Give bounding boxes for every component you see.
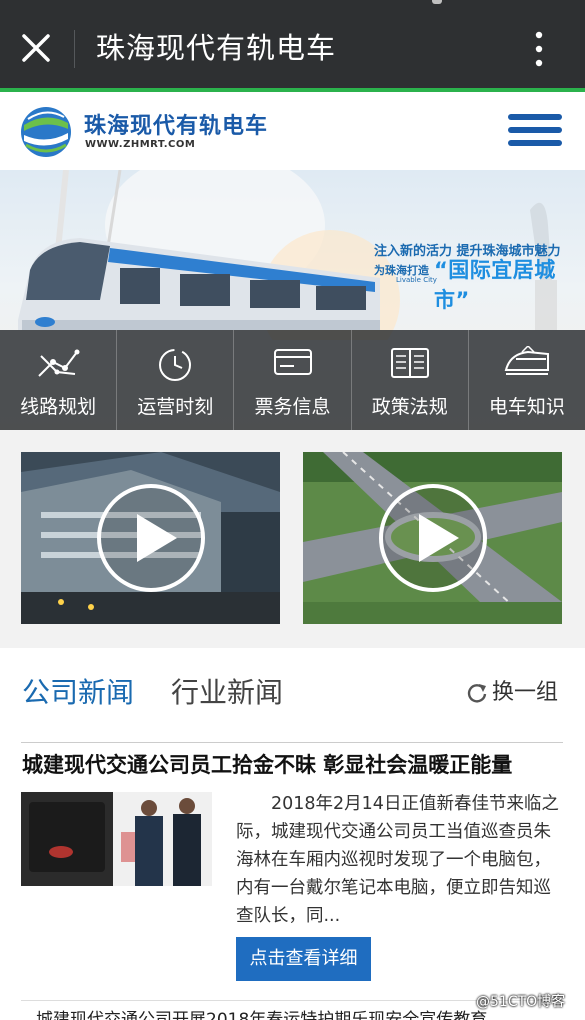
quick-nav-label: 线路规划 [20,396,97,418]
quick-nav: 线路规划 运营时刻 票务信息 政策法规 电车知识 [0,330,585,430]
menu-bar [508,114,562,120]
quick-nav-ticketing[interactable]: 票务信息 [234,330,352,430]
next-news-headline[interactable]: 城建现代交通公司开展2018年春运特护期乐现安全宣传教育 [36,1005,487,1020]
menu-button[interactable] [508,114,562,152]
play-icon[interactable] [95,482,207,594]
banner-slogan-main: “国际宜居城市” [434,258,556,312]
news-photo [21,792,212,886]
menu-bar [508,140,562,146]
close-icon[interactable] [16,28,56,68]
status-notch [432,0,442,4]
hero-banner[interactable]: 注入新的活力 提升珠海城市魅力 为珠海打造 “国际宜居城市” Livable C… [0,170,585,430]
video-section [0,430,585,648]
quick-nav-policy[interactable]: 政策法规 [352,330,469,430]
quick-nav-route-planning[interactable]: 线路规划 [0,330,118,430]
more-options-icon[interactable] [525,30,553,68]
quick-nav-label: 运营时刻 [137,396,214,418]
play-icon[interactable] [377,482,489,594]
route-map-icon [38,349,80,377]
logo-url: WWW.ZHMRT.COM [85,139,196,150]
news-divider [21,742,563,743]
refresh-icon [467,684,487,703]
clock-icon [159,349,192,381]
top-bar-divider [74,30,75,68]
quick-nav-tram-knowledge[interactable]: 电车知识 [469,330,585,430]
ticket-card-icon [273,349,312,375]
book-icon [390,348,429,378]
news-tabs: 公司新闻 行业新闻 换一组 [0,648,585,738]
quick-nav-schedule[interactable]: 运营时刻 [117,330,235,430]
video-thumbnail-building[interactable] [21,452,280,624]
menu-bar [508,127,562,133]
banner-slogan-sub: Livable City [396,276,437,284]
tab-industry-news[interactable]: 行业新闻 [171,673,283,713]
news-headline[interactable]: 城建现代交通公司员工拾金不昧 彰显社会温暖正能量 [22,750,512,780]
page-title: 珠海现代有轨电车 [96,31,337,65]
logo-icon[interactable] [18,105,74,159]
watermark: @51CTO博客 [476,994,566,1010]
news-thumbnail[interactable] [21,792,212,886]
tram-icon [504,346,549,375]
video-thumbnail-intersection[interactable] [303,452,562,624]
quick-nav-label: 票务信息 [254,396,331,418]
view-detail-button[interactable]: 点击查看详细 [236,937,371,981]
tab-company-news[interactable]: 公司新闻 [22,673,134,713]
logo-text: 珠海现代有轨电车 [84,114,269,139]
refresh-label: 换一组 [492,680,559,705]
quick-nav-label: 政策法规 [371,396,448,418]
browser-top-bar: 珠海现代有轨电车 [0,0,585,88]
refresh-button[interactable]: 换一组 [466,678,558,708]
quick-nav-label: 电车知识 [488,396,565,418]
news-summary: 2018年2月14日正值新春佳节来临之际，城建现代交通公司员工当值巡查员朱海林在… [236,794,559,926]
site-header: 珠海现代有轨电车 WWW.ZHMRT.COM [0,92,585,170]
